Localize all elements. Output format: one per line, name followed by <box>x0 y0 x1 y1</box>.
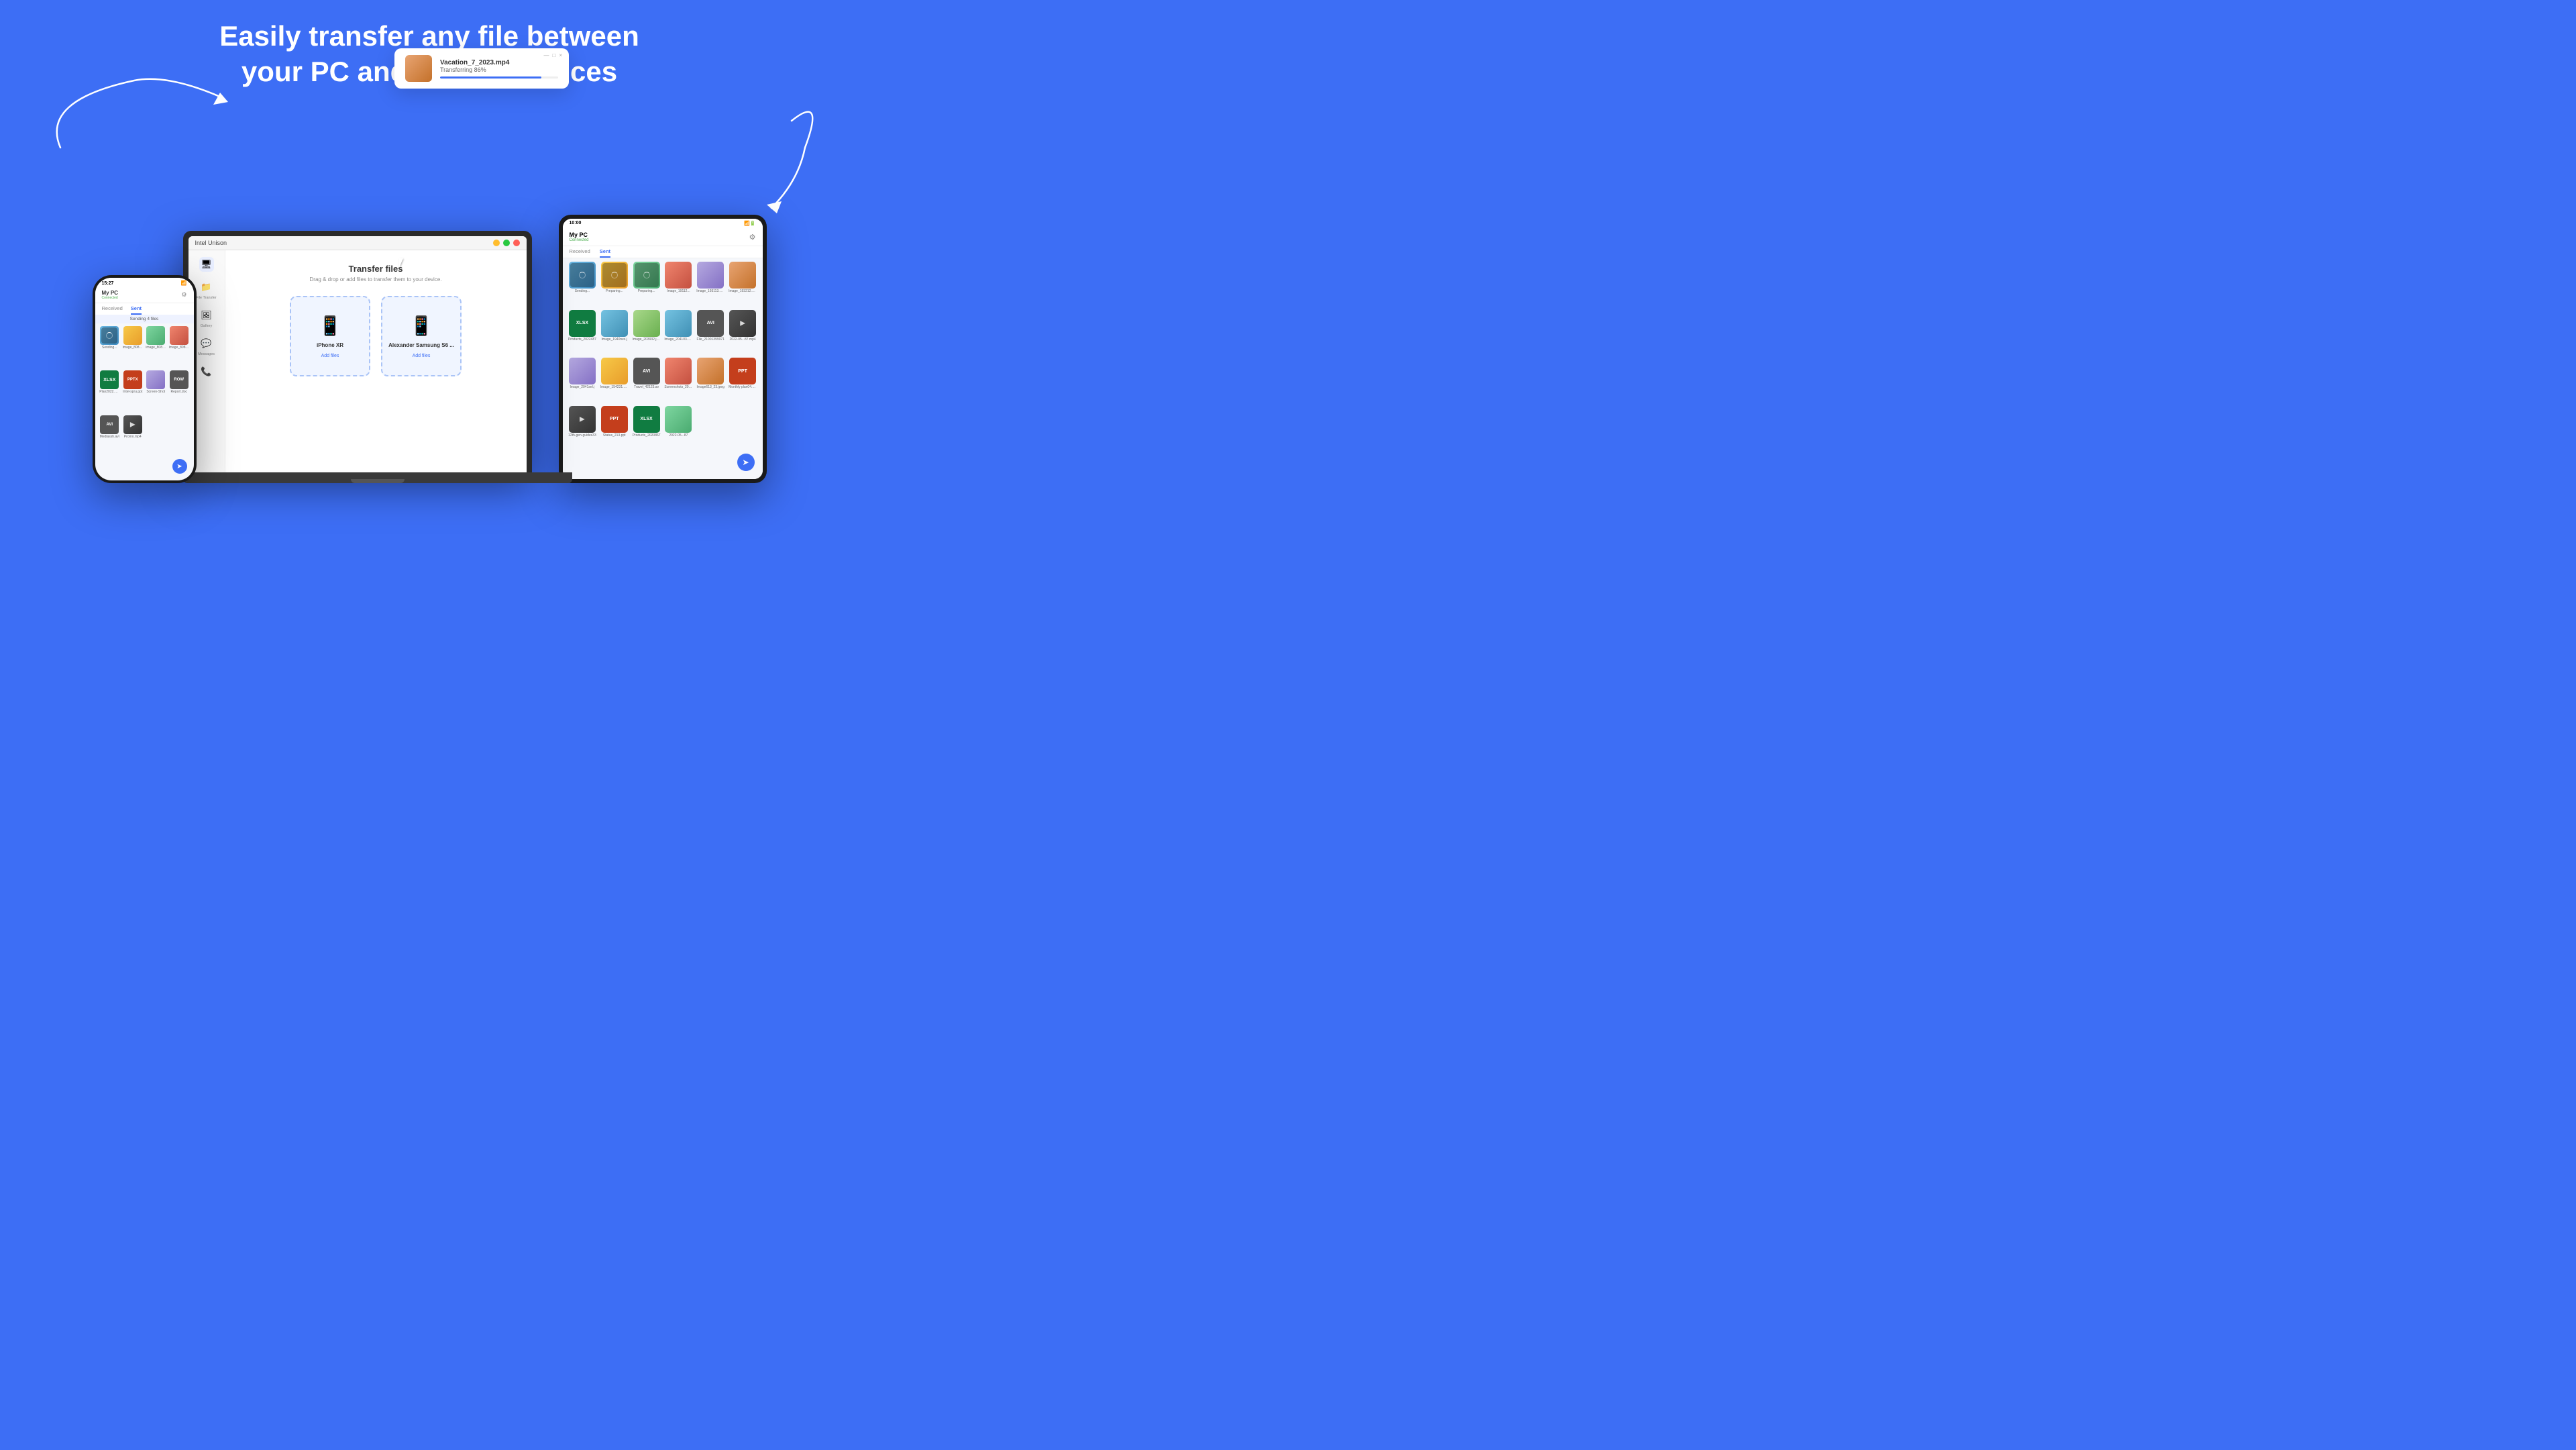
restore-icon[interactable]: □ <box>552 52 555 58</box>
list-item: Promo.mp4 <box>122 415 144 458</box>
device-card-samsung[interactable]: 📱 Alexander Samsung S6 ... Add files <box>381 296 462 376</box>
phone-device: 15:27 📶 My PC Connected ⚙ Received Sent <box>93 275 197 483</box>
list-item: Preparing... <box>599 262 629 308</box>
minimize-control[interactable] <box>493 240 500 246</box>
sidebar-item-gallery[interactable]: 🖼 Gallery <box>199 308 214 328</box>
list-item: image_808 All <box>146 326 167 368</box>
sidebar-item-screen[interactable]: 🖥 <box>199 257 214 272</box>
list-item: Image_203932.jpeg <box>631 310 661 356</box>
phone-wrapper: 15:27 📶 My PC Connected ⚙ Received Sent <box>93 275 197 483</box>
tablet-tab-sent[interactable]: Sent <box>600 248 610 258</box>
sidebar-item-messages[interactable]: 💬 Messages <box>198 336 215 356</box>
list-item: Image_19112... <box>663 262 694 308</box>
list-item: Image_1940nes.j <box>599 310 629 356</box>
transfer-popup: Vacation_7_2023.mp4 Transferring 86% — □… <box>394 48 569 89</box>
transfer-progress-fill <box>440 76 541 79</box>
list-item: Image613_23.jpeg <box>696 358 726 404</box>
tablet-screen: 10:00 📶🔋 My PC Connected ⚙ Received Sent <box>563 219 763 479</box>
device-card-iphone[interactable]: 📱 iPhone XR Add files <box>290 296 370 376</box>
tablet-status-bar: 10:00 📶🔋 <box>563 219 763 228</box>
list-item: Image_193212.png <box>728 262 758 308</box>
list-item: AVI Mediassh.avi <box>99 415 121 458</box>
tablet-app-header: My PC Connected ⚙ <box>563 228 763 246</box>
phone-app-header: My PC Connected ⚙ <box>95 287 194 303</box>
transfer-filename: Vacation_7_2023.mp4 <box>440 59 558 66</box>
tab-received[interactable]: Received <box>102 305 123 315</box>
list-item: AVI Travel_42123.av <box>631 358 661 404</box>
list-item: 2022-05...87.mp4 <box>728 310 758 356</box>
tablet-tabs: Received Sent <box>563 246 763 258</box>
phone-send-button[interactable]: ➤ <box>172 459 187 474</box>
tablet-settings-icon[interactable]: ⚙ <box>749 233 756 242</box>
minimize-icon[interactable]: — <box>543 52 549 58</box>
laptop-base <box>183 472 572 483</box>
close-icon[interactable]: × <box>559 52 562 58</box>
list-item: Preparing... <box>631 262 661 308</box>
laptop-titlebar: Intel Unison <box>189 236 527 250</box>
phone-status-bar: 15:27 📶 <box>95 278 194 287</box>
device-cards: 📱 iPhone XR Add files 📱 Alexander Samsun… <box>290 296 462 376</box>
popup-controls: — □ × <box>543 52 562 58</box>
maximize-control[interactable] <box>503 240 510 246</box>
laptop-main-sub: Drag & drop or add files to transfer the… <box>310 276 442 282</box>
transfer-thumb <box>405 55 432 82</box>
laptop-device: Intel Unison 🖥 📁 <box>183 231 532 472</box>
laptop-main-title: Transfer files <box>349 264 403 274</box>
laptop-main-content: Transfer files Drag & drop or add files … <box>225 250 527 472</box>
samsung-icon: 📱 <box>410 315 433 337</box>
transfer-info: Vacation_7_2023.mp4 Transferring 86% <box>440 59 558 79</box>
tablet-device: 10:00 📶🔋 My PC Connected ⚙ Received Sent <box>559 215 767 483</box>
tablet-send-button[interactable]: ➤ <box>737 454 755 471</box>
list-item: PPT Monthly plan04.ppt <box>728 358 758 404</box>
sidebar-item-file-transfer[interactable]: 📁 File Transfer <box>196 280 217 300</box>
list-item: image_808 49.png <box>122 326 144 368</box>
list-item: XLSX Plan2022.xlsx <box>99 370 121 413</box>
list-item: Screen-Shot <box>146 370 167 413</box>
mouse-cursor <box>399 258 407 270</box>
phone-screen: 15:27 📶 My PC Connected ⚙ Received Sent <box>95 278 194 480</box>
list-item: 2022-05...87 <box>663 406 694 452</box>
list-item: XLSX Products_2020867 <box>631 406 661 452</box>
close-control[interactable] <box>513 240 520 246</box>
list-item: image_808 All <box>168 326 190 368</box>
list-item: AVI File_21001399971 <box>696 310 726 356</box>
settings-icon[interactable]: ⚙ <box>181 291 186 299</box>
list-item: PPT Status_213.ppt <box>599 406 629 452</box>
tablet-wrapper: 10:00 📶🔋 My PC Connected ⚙ Received Sent <box>559 215 767 483</box>
iphone-icon: 📱 <box>319 315 342 337</box>
tablet-tab-received[interactable]: Received <box>570 248 590 258</box>
phone-files-grid: Sending... image_808 49.png image_808 Al… <box>95 323 194 460</box>
laptop-screen: Intel Unison 🖥 📁 <box>189 236 527 472</box>
laptop-body: 🖥 📁 File Transfer 🖼 Gallery 💬 Mess <box>189 250 527 472</box>
list-item: Image_193113.png <box>696 262 726 308</box>
tab-sent[interactable]: Sent <box>131 305 142 315</box>
list-item: ROW Report.doc <box>168 370 190 413</box>
devices-container: 15:27 📶 My PC Connected ⚙ Received Sent <box>0 215 859 483</box>
list-item: Screenshots_20250 <box>663 358 694 404</box>
list-item: PPTX Intel-spru.ppt <box>122 370 144 413</box>
list-item: Image_154231.png <box>599 358 629 404</box>
sidebar-item-calls[interactable]: 📞 <box>199 364 214 379</box>
list-item: Image_204103.png <box>663 310 694 356</box>
transfer-status: Transferring 86% <box>440 66 558 73</box>
transfer-progress-bar <box>440 76 558 79</box>
phone-sending-bar: Sending 4 files <box>95 315 194 323</box>
laptop-wrapper: Intel Unison 🖥 📁 <box>183 231 572 483</box>
phone-tabs: Received Sent <box>95 303 194 315</box>
tablet-files-grid: Sending... Preparing... Preparing... <box>563 258 763 455</box>
list-item: Sending... <box>99 326 121 368</box>
